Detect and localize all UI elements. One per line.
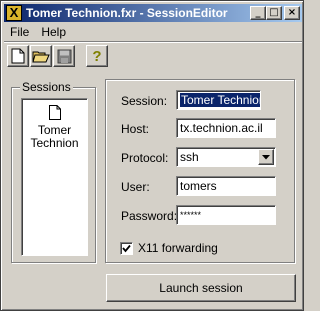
x11-forwarding-label[interactable]: X11 forwarding — [138, 241, 218, 255]
session-field[interactable]: Tomer Technion — [176, 90, 261, 110]
host-field[interactable]: tx.technion.ac.il — [176, 118, 276, 138]
app-x-icon: X — [6, 5, 22, 21]
list-item[interactable]: Tomer Technion — [22, 99, 87, 150]
close-button[interactable]: × — [284, 6, 300, 20]
protocol-value: ssh — [180, 150, 199, 164]
protocol-label: Protocol: — [121, 151, 169, 165]
open-button[interactable] — [30, 45, 52, 67]
help-question-icon: ? — [92, 48, 101, 64]
user-label: User: — [121, 180, 150, 194]
password-label: Password: — [121, 209, 178, 223]
window-title: Tomer Technion.fxr - SessionEditor — [26, 6, 228, 20]
new-button[interactable] — [7, 45, 29, 67]
open-folder-icon — [32, 51, 50, 62]
chevron-down-icon[interactable] — [258, 149, 274, 165]
checkmark-icon — [122, 244, 131, 253]
user-field[interactable]: tomers — [176, 176, 276, 196]
host-label: Host: — [121, 122, 150, 136]
sessions-group: Sessions Tomer Technion — [11, 80, 96, 263]
menu-help[interactable]: Help — [35, 25, 72, 39]
menu-bar: File Help — [4, 23, 72, 41]
session-list[interactable]: Tomer Technion — [21, 98, 88, 256]
new-document-icon — [11, 48, 25, 64]
session-name-line2: Technion — [30, 136, 79, 150]
session-value: Tomer Technion — [180, 93, 260, 107]
password-field[interactable]: ****** — [176, 205, 276, 225]
save-button[interactable] — [53, 45, 75, 67]
menu-file[interactable]: File — [4, 25, 35, 39]
launch-session-button[interactable]: Launch session — [106, 274, 296, 302]
save-disk-icon — [57, 49, 71, 63]
toolbar: ? — [7, 45, 109, 67]
maximize-button[interactable]: □ — [266, 6, 282, 20]
sessions-group-label: Sessions — [20, 80, 73, 94]
protocol-select[interactable]: ssh — [176, 147, 276, 167]
x11-forwarding-checkbox[interactable] — [120, 242, 133, 255]
session-document-icon — [48, 105, 61, 120]
session-label: Session: — [121, 94, 168, 108]
svg-text:?: ? — [92, 48, 101, 64]
menu-separator — [4, 41, 302, 43]
session-editor-window: X Tomer Technion.fxr - SessionEditor _ □… — [0, 0, 304, 311]
help-button[interactable]: ? — [86, 45, 108, 67]
title-bar[interactable]: X Tomer Technion.fxr - SessionEditor _ □… — [4, 4, 302, 22]
minimize-button[interactable]: _ — [250, 6, 266, 20]
